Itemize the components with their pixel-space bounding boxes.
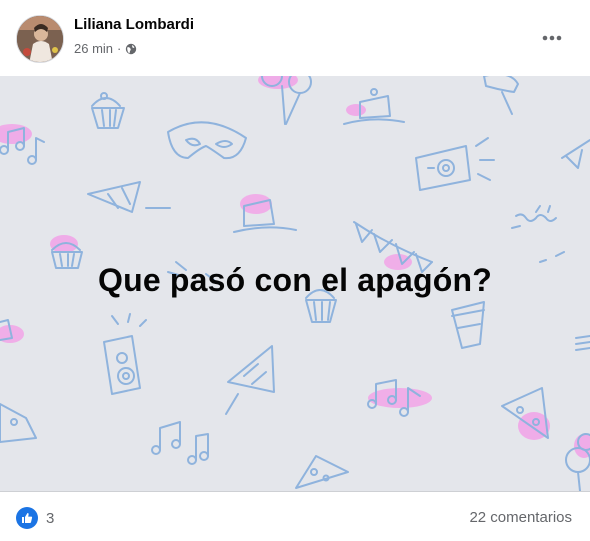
more-options-button[interactable] bbox=[534, 20, 570, 56]
post-meta: 26 min · bbox=[74, 41, 137, 56]
like-icon bbox=[16, 507, 38, 529]
post-headline: Que pasó con el apagón? bbox=[98, 262, 492, 298]
reactions-summary[interactable]: 3 bbox=[16, 507, 54, 529]
comments-count-link[interactable]: 22 comentarios bbox=[469, 509, 572, 526]
post-header: Liliana Lombardi 26 min · bbox=[0, 0, 590, 76]
author-name[interactable]: Liliana Lombardi bbox=[74, 16, 194, 33]
post-footer: 3 22 comentarios bbox=[0, 491, 590, 541]
post-background-image[interactable]: Que pasó con el apagón? bbox=[0, 76, 590, 491]
reaction-count: 3 bbox=[46, 509, 55, 527]
avatar-image bbox=[17, 16, 63, 62]
facebook-post: Liliana Lombardi 26 min · Que pasó con e… bbox=[0, 0, 590, 541]
post-time[interactable]: 26 min bbox=[74, 41, 113, 56]
globe-icon bbox=[126, 43, 137, 54]
author-avatar[interactable] bbox=[16, 15, 64, 63]
meta-separator: · bbox=[117, 41, 122, 56]
ellipsis-icon bbox=[542, 35, 562, 41]
